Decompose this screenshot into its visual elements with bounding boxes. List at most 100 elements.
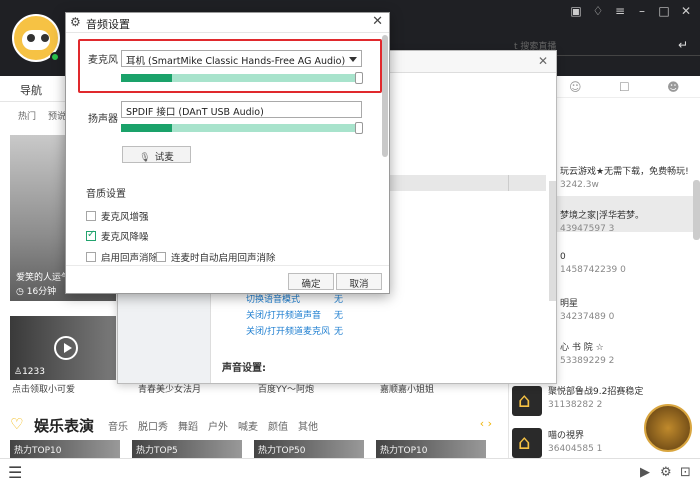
thumb-caption-1[interactable]: 点击领取小可爱 bbox=[12, 382, 75, 395]
sub-nav-preview[interactable]: 预说 bbox=[48, 109, 66, 122]
thumbnail-caption: 爱笑的人运气 bbox=[16, 273, 71, 283]
king-badge-icon[interactable] bbox=[644, 404, 692, 452]
option-auto-echo-cancel[interactable]: 连麦时自动启用回声消除 bbox=[156, 250, 276, 264]
shortcut-row[interactable]: 关闭/打开频道声音 bbox=[246, 308, 321, 321]
tab-talk[interactable]: 脱口秀 bbox=[138, 418, 168, 433]
list-item-title: 梦境之家|浮华若梦。 bbox=[560, 211, 645, 221]
checkbox-icon[interactable] bbox=[156, 252, 166, 262]
tshirt-icon[interactable]: ♢ bbox=[592, 4, 604, 18]
speaker-level-fill bbox=[121, 124, 173, 132]
speaker-label: 扬声器 bbox=[88, 114, 118, 125]
enter-icon[interactable]: ↵ bbox=[678, 38, 688, 52]
gift-tab-icon[interactable]: ☐ bbox=[619, 80, 630, 94]
shortcut-value[interactable]: 无 bbox=[334, 324, 343, 337]
section-title: 娱乐表演 bbox=[34, 417, 95, 435]
checkbox-icon[interactable] bbox=[86, 229, 96, 241]
menu-icon[interactable]: ≡ bbox=[614, 4, 626, 18]
tab-other[interactable]: 其他 bbox=[298, 418, 318, 433]
speaker-level-meter bbox=[121, 124, 355, 132]
entertainment-section: ♡ 娱乐表演 音乐 脱口秀 舞蹈 户外 喊麦 颜值 其他 ‹ › bbox=[10, 414, 500, 436]
list-item[interactable]: 心 书 院 ☆ 53389229 2 bbox=[560, 340, 700, 366]
tab-looks[interactable]: 颜值 bbox=[268, 418, 288, 433]
option-mic-boost[interactable]: 麦克风增强 bbox=[86, 209, 149, 223]
mic-device-value: 耳机 (SmartMike Classic Hands-Free AG Audi… bbox=[126, 56, 346, 67]
audio-settings-dialog: ⚙ 音频设置 ✕ 麦克风 耳机 (SmartMike Classic Hands… bbox=[65, 12, 390, 294]
mic-level-meter bbox=[121, 74, 355, 82]
option-label: 麦克风降噪 bbox=[101, 232, 149, 243]
option-echo-cancel[interactable]: 启用回声消除 bbox=[86, 250, 158, 264]
nav-label[interactable]: 导航 bbox=[20, 82, 42, 98]
list-item-title: 明星 bbox=[560, 299, 579, 309]
ok-button[interactable]: 确定 bbox=[288, 273, 334, 290]
maximize-icon[interactable]: □ bbox=[658, 4, 670, 18]
top-strip-4[interactable]: 热力TOP10 bbox=[376, 440, 486, 458]
settings-scrollbar[interactable] bbox=[549, 181, 556, 301]
speaker-device-select[interactable]: SPDIF 接口 (DAnT USB Audio) bbox=[121, 101, 362, 118]
speaker-device-value: SPDIF 接口 (DAnT USB Audio) bbox=[126, 107, 264, 118]
avatar-eye-icon bbox=[41, 34, 49, 42]
bottom-bar: ☰ ▶ ⚙ ⊡ bbox=[0, 458, 700, 486]
online-status-icon bbox=[50, 52, 60, 62]
user-tab-icon[interactable]: ☺ bbox=[569, 80, 582, 94]
message-icon[interactable]: ▣ bbox=[570, 4, 582, 18]
thumbnail-time: 16分钟 bbox=[26, 287, 57, 297]
people-tab-icon[interactable]: ☻ bbox=[667, 80, 680, 94]
sound-settings-heading: 声音设置: bbox=[222, 363, 266, 374]
dialog-scrollbar[interactable] bbox=[382, 35, 388, 157]
list-item-title: 心 书 院 ☆ bbox=[560, 343, 604, 353]
list-item-title: 0 bbox=[560, 252, 566, 262]
settings-icon[interactable]: ⚙ bbox=[660, 465, 672, 480]
avatar-eye-icon bbox=[27, 34, 35, 42]
mic-volume-slider[interactable] bbox=[355, 72, 363, 84]
list-item-sub: 53389229 2 bbox=[560, 356, 615, 366]
list-item[interactable]: 玩云游戏★无需下载，免费畅玩! 3242.3w bbox=[560, 164, 700, 190]
top-strip-3[interactable]: 热力TOP50 bbox=[254, 440, 364, 458]
house-icon bbox=[512, 428, 542, 458]
window-controls: ▣ ♢ ≡ – □ ✕ bbox=[570, 4, 692, 18]
video-icon[interactable]: ▶ bbox=[640, 465, 650, 480]
list-item-sub: 34237489 0 bbox=[560, 312, 615, 322]
play-icon[interactable] bbox=[54, 336, 78, 360]
mic-level-fill bbox=[121, 74, 173, 82]
video-thumbnail[interactable]: ♙1233 bbox=[10, 316, 116, 380]
dialog-footer: 确定 取消 bbox=[66, 265, 389, 293]
mic-icon: 🎙 bbox=[139, 153, 151, 163]
checkbox-icon[interactable] bbox=[86, 252, 96, 262]
shortcut-value[interactable]: 无 bbox=[334, 308, 343, 321]
chevron-down-icon bbox=[349, 57, 357, 62]
top-strip-2[interactable]: 热力TOP5 bbox=[132, 440, 242, 458]
list-item[interactable]: 梦境之家|浮华若梦。 43947597 3 bbox=[560, 208, 700, 234]
tab-dance[interactable]: 舞蹈 bbox=[178, 418, 198, 433]
option-label: 麦克风增强 bbox=[101, 212, 149, 223]
hamburger-menu-icon[interactable]: ☰ bbox=[8, 463, 22, 482]
checkbox-icon[interactable] bbox=[86, 211, 96, 221]
expand-icon[interactable]: ⊡ bbox=[680, 465, 691, 480]
test-mic-button[interactable]: 🎙 试麦 bbox=[122, 146, 191, 163]
sub-nav-hot[interactable]: 热门 bbox=[18, 109, 36, 122]
tab-outdoor[interactable]: 户外 bbox=[208, 418, 228, 433]
dialog-close-icon[interactable]: ✕ bbox=[372, 14, 383, 29]
section-arrows[interactable]: ‹ › bbox=[480, 417, 492, 430]
mic-device-select[interactable]: 耳机 (SmartMike Classic Hands-Free AG Audi… bbox=[121, 50, 362, 67]
option-label: 启用回声消除 bbox=[101, 253, 159, 264]
shortcut-row[interactable]: 关闭/打开频道麦克风 bbox=[246, 324, 330, 337]
option-noise-reduction[interactable]: 麦克风降噪 bbox=[86, 229, 149, 243]
list-item-sub: 1458742239 0 bbox=[560, 265, 626, 275]
top-strip-1[interactable]: 热力TOP10 bbox=[10, 440, 120, 458]
cancel-button[interactable]: 取消 bbox=[336, 273, 382, 290]
close-icon[interactable]: ✕ bbox=[538, 54, 548, 68]
dialog-title: 音频设置 bbox=[86, 18, 130, 31]
minimize-icon[interactable]: – bbox=[636, 4, 648, 18]
close-icon[interactable]: ✕ bbox=[680, 4, 692, 18]
list-item-title: 聚悦部鲁战9.2招赛稳定 bbox=[548, 387, 644, 397]
clock-icon: ◷ bbox=[16, 287, 24, 297]
gear-icon: ⚙ bbox=[70, 15, 81, 29]
speaker-volume-slider[interactable] bbox=[355, 122, 363, 134]
divider bbox=[508, 175, 509, 191]
heart-icon: ♡ bbox=[10, 415, 24, 433]
list-item[interactable]: 明星 34237489 0 bbox=[560, 296, 700, 322]
option-label: 连麦时自动启用回声消除 bbox=[171, 253, 276, 264]
tab-music[interactable]: 音乐 bbox=[108, 418, 128, 433]
list-item[interactable]: 0 1458742239 0 bbox=[560, 252, 700, 275]
tab-mc[interactable]: 喊麦 bbox=[238, 418, 258, 433]
